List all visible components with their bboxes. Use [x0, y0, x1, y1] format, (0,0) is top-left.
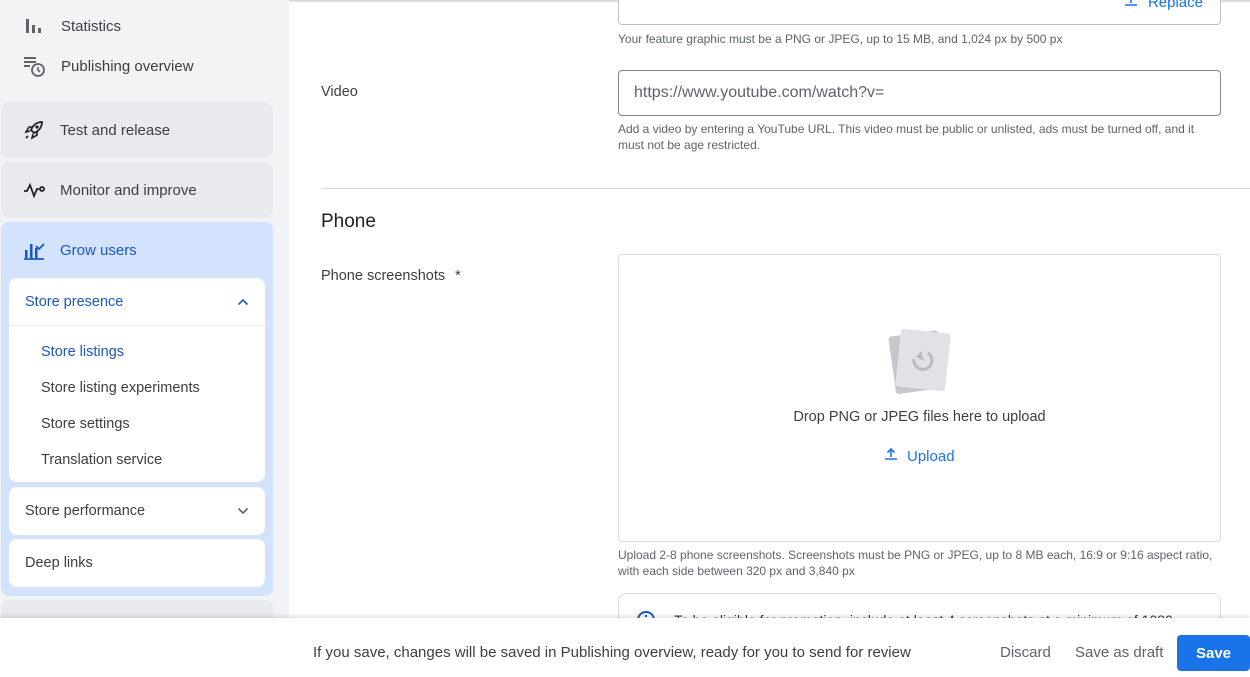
nav-statistics-label: Statistics — [61, 17, 122, 35]
video-helper: Add a video by entering a YouTube URL. T… — [618, 122, 1195, 152]
main-content: Replace Your feature graphic must be a P… — [289, 0, 1250, 677]
deep-links-panel: Deep links — [9, 539, 265, 587]
chevron-up-icon — [237, 294, 249, 310]
upload-label: Upload — [907, 447, 955, 465]
save-as-draft-button[interactable]: Save as draft — [1075, 644, 1163, 661]
upload-icon — [1124, 0, 1138, 11]
deep-links-label: Deep links — [25, 555, 93, 571]
nav-publishing-overview[interactable]: Publishing overview — [22, 54, 194, 78]
nav-statistics[interactable]: Statistics — [22, 14, 121, 38]
rocket-icon — [22, 118, 46, 142]
phone-screenshots-dropzone[interactable]: Drop PNG or JPEG files here to upload Up… — [618, 254, 1221, 542]
discard-button[interactable]: Discard — [1000, 644, 1051, 661]
store-presence-toggle[interactable]: Store presence — [9, 278, 265, 326]
image-placeholder-icon — [888, 327, 952, 402]
nav-store-listing-experiments[interactable]: Store listing experiments — [9, 370, 265, 406]
dropzone-text: Drop PNG or JPEG files here to upload — [793, 409, 1046, 425]
nav-store-listings[interactable]: Store listings — [9, 334, 265, 370]
sidebar: Statistics Publishing overview Test and … — [0, 0, 289, 677]
nav-monitor-and-improve[interactable]: Monitor and improve — [1, 162, 273, 218]
nav-publishing-overview-label: Publishing overview — [61, 57, 194, 75]
phone-screenshots-label: Phone screenshots * — [321, 268, 461, 284]
bar-chart-icon — [22, 14, 46, 38]
save-button[interactable]: Save — [1177, 635, 1250, 671]
footer-message: If you save, changes will be saved in Pu… — [313, 644, 911, 661]
nav-translation-service[interactable]: Translation service — [9, 442, 265, 478]
nav-deep-links[interactable]: Deep links — [9, 539, 265, 587]
replace-label: Replace — [1147, 0, 1203, 11]
feature-graphic-helper: Your feature graphic must be a PNG or JP… — [618, 32, 1063, 46]
save-footer: If you save, changes will be saved in Pu… — [0, 618, 1250, 677]
video-label: Video — [321, 84, 358, 100]
nav-test-and-release[interactable]: Test and release — [1, 102, 273, 158]
phone-section-title: Phone — [321, 211, 376, 232]
upload-button[interactable]: Upload — [884, 447, 955, 465]
nav-grow-users[interactable]: Grow users — [22, 238, 137, 262]
phone-screenshots-label-text: Phone screenshots — [321, 268, 446, 284]
store-presence-label: Store presence — [25, 293, 124, 310]
replace-button[interactable]: Replace — [1124, 0, 1203, 11]
store-performance-label: Store performance — [25, 503, 146, 519]
nav-grow-users-group: Grow users Store presence Store listings… — [1, 222, 273, 596]
nav-grow-users-label: Grow users — [60, 241, 137, 259]
nav-store-settings[interactable]: Store settings — [9, 406, 265, 442]
video-url-input[interactable] — [618, 70, 1221, 116]
upload-icon — [884, 447, 898, 465]
history-list-icon — [22, 54, 46, 78]
store-performance-toggle[interactable]: Store performance — [9, 487, 265, 535]
section-divider — [321, 188, 1250, 189]
required-mark: * — [455, 268, 461, 284]
chevron-down-icon — [237, 503, 249, 519]
growth-chart-icon — [22, 238, 46, 262]
store-presence-panel: Store presence Store listings Store list… — [9, 278, 265, 482]
feature-graphic-box: Replace — [618, 0, 1221, 25]
nav-monitor-and-improve-label: Monitor and improve — [60, 181, 197, 199]
nav-test-and-release-label: Test and release — [60, 121, 171, 139]
phone-screenshots-helper: Upload 2-8 phone screenshots. Screenshot… — [618, 548, 1213, 578]
store-performance-panel: Store performance — [9, 487, 265, 535]
pulse-icon — [22, 178, 46, 202]
